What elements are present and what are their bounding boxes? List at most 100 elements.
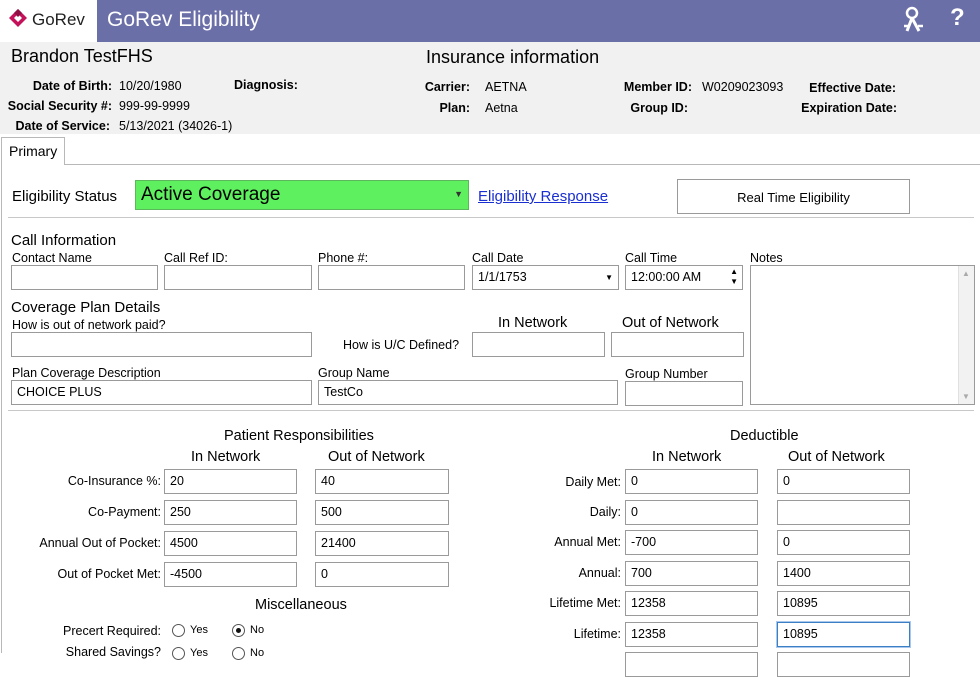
uc-in-network-field[interactable] bbox=[472, 332, 605, 357]
logo: GoRev bbox=[0, 0, 97, 42]
spinner-arrows-icon[interactable]: ▲ ▼ bbox=[730, 267, 738, 287]
lifetime-met-in-field[interactable]: 12358 bbox=[625, 591, 758, 616]
copayment-in-field[interactable]: 250 bbox=[164, 500, 297, 525]
plan-label: Plan: bbox=[439, 101, 470, 115]
dos-value: 5/13/2021 (34026-1) bbox=[119, 119, 233, 133]
help-icon[interactable]: ? bbox=[950, 4, 965, 32]
real-time-eligibility-label: Real Time Eligibility bbox=[737, 190, 850, 205]
oon-paid-label: How is out of network paid? bbox=[12, 318, 166, 332]
notes-textarea[interactable]: ▲ ▼ bbox=[750, 265, 975, 405]
coinsurance-in-field[interactable]: 20 bbox=[164, 469, 297, 494]
daily-met-in-field[interactable]: 0 bbox=[625, 469, 758, 494]
notes-label: Notes bbox=[750, 251, 783, 265]
lifetime-met-out-field[interactable]: 10895 bbox=[777, 591, 910, 616]
group-name-field[interactable]: TestCo bbox=[318, 380, 618, 405]
oon-paid-field[interactable] bbox=[11, 332, 312, 357]
next-row-out-field[interactable] bbox=[777, 652, 910, 677]
eligibility-status-value: Active Coverage bbox=[141, 184, 281, 205]
oop-met-in-field[interactable]: -4500 bbox=[164, 562, 297, 587]
group-number-field[interactable] bbox=[625, 381, 743, 406]
tab-primary[interactable]: Primary bbox=[1, 137, 65, 165]
lifetime-out-field[interactable]: 10895 bbox=[777, 622, 910, 647]
title-bar: GoRev GoRev Eligibility ? bbox=[0, 0, 980, 42]
daily-met-out-field[interactable]: 0 bbox=[777, 469, 910, 494]
tab-primary-label: Primary bbox=[9, 143, 58, 159]
keys-icon[interactable] bbox=[902, 6, 928, 34]
scroll-up-icon[interactable]: ▲ bbox=[962, 269, 970, 278]
carrier-value: AETNA bbox=[485, 80, 527, 94]
real-time-eligibility-button[interactable]: Real Time Eligibility bbox=[677, 179, 910, 214]
copayment-out-field[interactable]: 500 bbox=[315, 500, 449, 525]
daily-out-field[interactable] bbox=[777, 500, 910, 525]
lifetime-met-label: Lifetime Met: bbox=[549, 596, 621, 610]
precert-yes-radio[interactable] bbox=[172, 624, 185, 637]
annual-oop-out-field[interactable]: 21400 bbox=[315, 531, 449, 556]
group-name-label: Group Name bbox=[318, 366, 390, 380]
deductible-out-header: Out of Network bbox=[788, 449, 885, 465]
coinsurance-label: Co-Insurance %: bbox=[67, 474, 161, 488]
annual-met-label: Annual Met: bbox=[554, 535, 621, 549]
call-time-value: 12:00:00 AM bbox=[631, 270, 702, 284]
annual-in-field[interactable]: 700 bbox=[625, 561, 758, 586]
contact-name-field[interactable] bbox=[11, 265, 158, 290]
oop-met-label: Out of Pocket Met: bbox=[57, 567, 161, 581]
precert-label: Precert Required: bbox=[63, 624, 161, 638]
dos-label: Date of Service: bbox=[15, 119, 110, 133]
call-date-picker[interactable]: 1/1/1753 ▼ bbox=[472, 265, 619, 290]
notes-scrollbar[interactable]: ▲ ▼ bbox=[958, 266, 974, 404]
daily-in-field[interactable]: 0 bbox=[625, 500, 758, 525]
logo-icon bbox=[9, 9, 27, 27]
chevron-down-icon: ▼ bbox=[454, 189, 463, 199]
eligibility-status-label: Eligibility Status bbox=[12, 188, 118, 205]
patient-resp-heading: Patient Responsibilities bbox=[224, 428, 374, 444]
precert-yes-label: Yes bbox=[190, 624, 208, 636]
dob-value: 10/20/1980 bbox=[119, 79, 182, 93]
oop-met-out-field[interactable]: 0 bbox=[315, 562, 449, 587]
call-date-label: Call Date bbox=[472, 251, 524, 265]
shared-savings-no-radio[interactable] bbox=[232, 647, 245, 660]
lifetime-in-field[interactable]: 12358 bbox=[625, 622, 758, 647]
uc-defined-label: How is U/C Defined? bbox=[343, 338, 460, 352]
shared-savings-no-label: No bbox=[250, 647, 265, 659]
uc-out-network-field[interactable] bbox=[611, 332, 744, 357]
call-time-label: Call Time bbox=[625, 251, 678, 265]
section-divider bbox=[8, 217, 974, 218]
app-title: GoRev Eligibility bbox=[107, 8, 260, 31]
copayment-label: Co-Payment: bbox=[88, 505, 161, 519]
insurance-heading: Insurance information bbox=[426, 47, 600, 67]
eligibility-response-link[interactable]: Eligibility Response bbox=[478, 188, 608, 205]
annual-oop-in-field[interactable]: 4500 bbox=[164, 531, 297, 556]
misc-heading: Miscellaneous bbox=[255, 597, 347, 613]
coverage-heading: Coverage Plan Details bbox=[11, 299, 161, 316]
precert-no-radio[interactable] bbox=[232, 624, 245, 637]
eligibility-status-select[interactable]: Active Coverage ▼ bbox=[135, 180, 469, 210]
logo-text: GoRev bbox=[32, 10, 85, 29]
annual-met-in-field[interactable]: -700 bbox=[625, 530, 758, 555]
chevron-down-icon[interactable]: ▼ bbox=[605, 273, 613, 282]
plan-desc-label: Plan Coverage Description bbox=[12, 366, 161, 380]
annual-out-field[interactable]: 1400 bbox=[777, 561, 910, 586]
scroll-down-icon[interactable]: ▼ bbox=[962, 392, 970, 401]
dob-label: Date of Birth: bbox=[32, 79, 112, 93]
next-row-in-field[interactable] bbox=[625, 652, 758, 677]
daily-met-label: Daily Met: bbox=[565, 475, 621, 489]
call-time-spinner[interactable]: 12:00:00 AM ▲ ▼ bbox=[625, 265, 743, 290]
call-ref-field[interactable] bbox=[164, 265, 312, 290]
phone-label: Phone #: bbox=[318, 251, 369, 265]
call-info-heading: Call Information bbox=[11, 232, 117, 249]
phone-field[interactable] bbox=[318, 265, 465, 290]
contact-name-label: Contact Name bbox=[12, 251, 92, 265]
ssn-value: 999-99-9999 bbox=[119, 99, 190, 113]
shared-savings-label: Shared Savings? bbox=[65, 645, 161, 659]
group-number-label: Group Number bbox=[625, 367, 708, 381]
annual-met-out-field[interactable]: 0 bbox=[777, 530, 910, 555]
precert-no-label: No bbox=[250, 624, 265, 636]
shared-savings-yes-radio[interactable] bbox=[172, 647, 185, 660]
plan-desc-field[interactable]: CHOICE PLUS bbox=[11, 380, 312, 405]
call-ref-label: Call Ref ID: bbox=[164, 251, 228, 265]
coinsurance-out-field[interactable]: 40 bbox=[315, 469, 449, 494]
plan-value: Aetna bbox=[485, 101, 518, 115]
deductible-in-header: In Network bbox=[652, 449, 722, 465]
coverage-out-network-header: Out of Network bbox=[622, 315, 719, 331]
deductible-heading: Deductible bbox=[730, 428, 799, 444]
